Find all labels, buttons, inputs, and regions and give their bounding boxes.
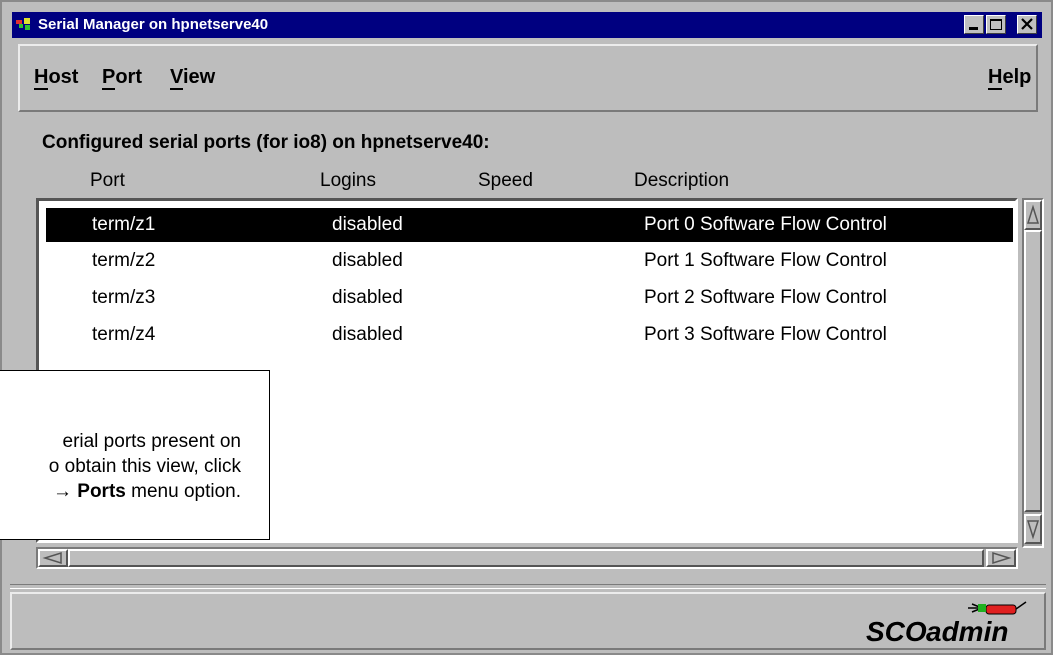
menu-host[interactable]: Host <box>34 66 78 90</box>
list-item[interactable]: term/z1 disabled Port 0 Software Flow Co… <box>46 208 1013 242</box>
menu-port[interactable]: Port <box>102 66 142 90</box>
menu-view[interactable]: View <box>170 66 215 90</box>
minimize-icon <box>969 27 978 30</box>
section-heading: Configured serial ports (for io8) on hpn… <box>42 132 490 153</box>
close-button[interactable] <box>1017 15 1037 34</box>
sco-admin-logo: SCO admin <box>866 600 1036 648</box>
menu-help[interactable]: Help <box>988 66 1031 90</box>
column-header-port: Port <box>90 170 125 191</box>
vertical-scrollbar[interactable] <box>1022 198 1044 548</box>
scroll-right-icon <box>992 551 1012 565</box>
list-item[interactable]: term/z3 disabled Port 2 Software Flow Co… <box>46 281 1013 315</box>
description-cell: Port 3 Software Flow Control <box>644 324 887 345</box>
logins-cell: disabled <box>332 250 403 271</box>
logins-cell: disabled <box>332 324 403 345</box>
callout-line-2: o obtain this view, click <box>48 456 241 477</box>
scroll-up-button[interactable] <box>1024 200 1042 230</box>
list-item[interactable]: term/z4 disabled Port 3 Software Flow Co… <box>46 318 1013 352</box>
logo-sco-text: SCO <box>866 616 927 647</box>
annotation-callout: erial ports present on o obtain this vie… <box>0 370 270 540</box>
column-header-description: Description <box>634 170 730 191</box>
description-cell: Port 0 Software Flow Control <box>644 214 887 235</box>
scroll-left-button[interactable] <box>38 549 68 567</box>
column-header-logins: Logins <box>320 170 376 191</box>
port-cell: term/z1 <box>92 214 156 235</box>
scroll-left-icon <box>42 551 62 565</box>
serial-manager-window: Serial Manager on hpnetserve40 Host Port… <box>0 0 1053 655</box>
status-bar: SCO admin <box>10 592 1046 650</box>
callout-line-1: erial ports present on <box>62 431 242 452</box>
menu-bar: Host Port View Help <box>18 44 1038 112</box>
scroll-down-icon <box>1026 520 1040 540</box>
port-cell: term/z4 <box>92 324 156 345</box>
list-item[interactable]: term/z2 disabled Port 1 Software Flow Co… <box>46 244 1013 278</box>
column-header-speed: Speed <box>478 170 533 191</box>
window-title: Serial Manager on hpnetserve40 <box>38 16 269 33</box>
scroll-down-button[interactable] <box>1024 514 1042 544</box>
minimize-button[interactable] <box>964 15 984 34</box>
title-bar[interactable]: Serial Manager on hpnetserve40 <box>12 12 1042 38</box>
maximize-button[interactable] <box>986 15 1006 34</box>
logins-cell: disabled <box>332 287 403 308</box>
port-cell: term/z3 <box>92 287 156 308</box>
app-icon <box>16 18 30 30</box>
scroll-up-icon <box>1026 204 1040 224</box>
callout-line-3: → Ports menu option. <box>0 479 241 504</box>
logo-admin-text: admin <box>926 616 1009 647</box>
maximize-icon <box>990 19 1002 30</box>
horizontal-scroll-thumb[interactable] <box>68 549 984 567</box>
status-separator <box>10 584 1046 589</box>
horizontal-scrollbar[interactable] <box>36 547 1018 569</box>
port-cell: term/z2 <box>92 250 156 271</box>
description-cell: Port 1 Software Flow Control <box>644 250 887 271</box>
arrow-icon: → <box>53 481 72 502</box>
callout-line-3-rest: menu option. <box>125 481 241 502</box>
vertical-scroll-thumb[interactable] <box>1024 230 1042 512</box>
description-cell: Port 2 Software Flow Control <box>644 287 887 308</box>
logins-cell: disabled <box>332 214 403 235</box>
close-icon <box>1021 18 1033 30</box>
callout-ports-bold: Ports <box>77 481 126 502</box>
scroll-right-button[interactable] <box>986 549 1016 567</box>
